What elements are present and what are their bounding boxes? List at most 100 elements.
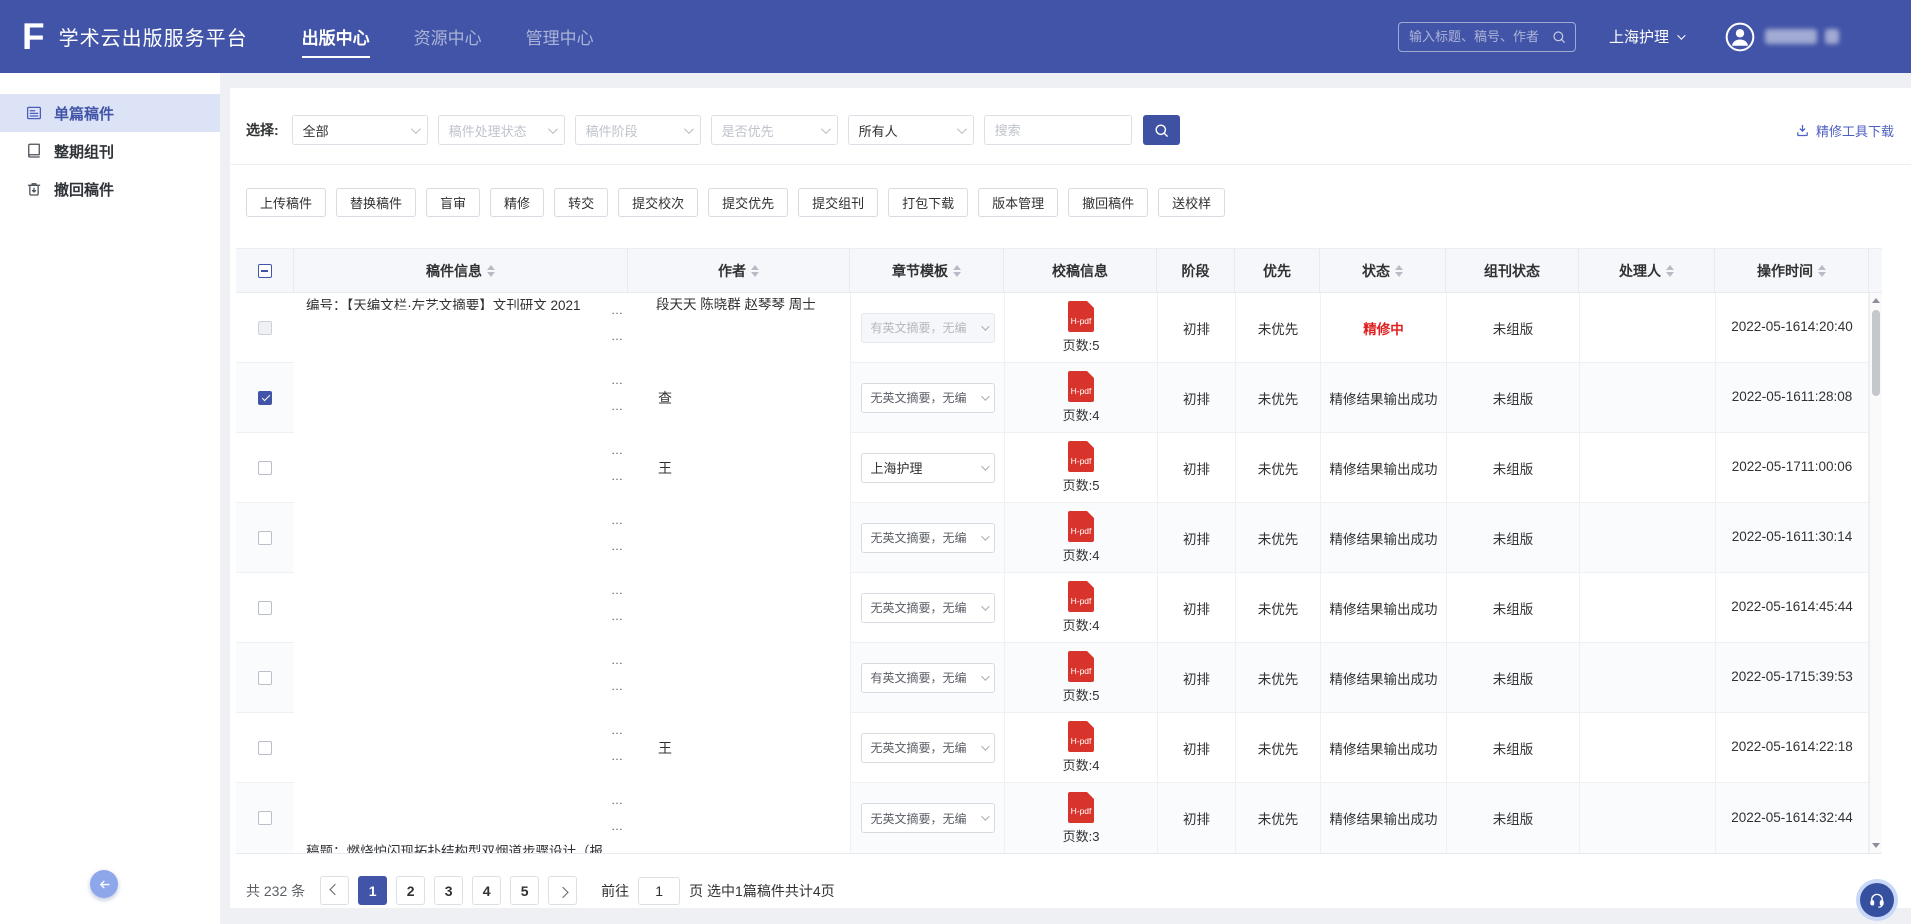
page-button-3[interactable]: 3 — [434, 876, 463, 905]
scroll-down-arrow-icon[interactable] — [1872, 843, 1880, 848]
proof-info: H-pdf页数:5 — [1063, 441, 1100, 494]
cell-chapter-template: 无英文摘要，无编 — [850, 363, 1004, 433]
cell-chapter-template: 无英文摘要，无编 — [850, 783, 1004, 853]
prev-page-button[interactable] — [320, 876, 349, 905]
row-checkbox[interactable] — [258, 321, 272, 335]
pdf-file-icon[interactable]: H-pdf — [1068, 792, 1094, 823]
sidebar-item[interactable]: 撤回稿件 — [0, 170, 220, 208]
sidebar-item-label: 撤回稿件 — [54, 179, 114, 200]
action-button[interactable]: 精修 — [490, 188, 544, 217]
goto-label: 前往 — [601, 881, 629, 901]
pdf-file-icon[interactable]: H-pdf — [1068, 721, 1094, 752]
action-button[interactable]: 撤回稿件 — [1068, 188, 1148, 217]
chevron-down-icon — [411, 124, 421, 134]
filter-select[interactable]: 所有人 — [848, 115, 974, 145]
status-text: 精修结果输出成功 — [1330, 808, 1438, 828]
pdf-file-icon[interactable]: H-pdf — [1068, 441, 1094, 472]
sort-caret[interactable] — [953, 265, 961, 277]
filter-select[interactable]: 稿件处理状态 — [438, 115, 565, 145]
chapter-template-select[interactable]: 有英文摘要，无编 — [861, 663, 995, 693]
header-label: 稿件信息 — [426, 261, 482, 281]
filter-select[interactable]: 全部 — [292, 115, 428, 145]
row-checkbox[interactable] — [258, 531, 272, 545]
next-page-button[interactable] — [548, 876, 577, 905]
action-button[interactable]: 送校样 — [1158, 188, 1225, 217]
pdf-file-icon[interactable]: H-pdf — [1068, 301, 1094, 332]
avatar[interactable] — [1725, 22, 1755, 52]
main-area: 选择: 全部稿件处理状态稿件阶段是否优先所有人 精修工具下载 上传稿件替换稿件盲… — [220, 73, 1911, 924]
goto-page-input[interactable] — [638, 877, 680, 905]
chapter-template-select[interactable]: 无英文摘要，无编 — [861, 803, 995, 833]
proof-info: H-pdf页数:5 — [1063, 651, 1100, 704]
chapter-template-value: 无英文摘要，无编 — [871, 599, 978, 616]
action-button[interactable]: 打包下载 — [888, 188, 968, 217]
sidebar-item[interactable]: 单篇稿件 — [0, 94, 220, 132]
action-button[interactable]: 提交优先 — [708, 188, 788, 217]
action-button[interactable]: 转交 — [554, 188, 608, 217]
sort-caret[interactable] — [1395, 265, 1403, 277]
action-button[interactable]: 上传稿件 — [246, 188, 326, 217]
sort-caret[interactable] — [751, 265, 759, 277]
chapter-template-select[interactable]: 无英文摘要，无编 — [861, 733, 995, 763]
tool-download-link[interactable]: 精修工具下载 — [1795, 121, 1894, 140]
chapter-template-select[interactable]: 无英文摘要，无编 — [861, 523, 995, 553]
pdf-file-icon[interactable]: H-pdf — [1068, 511, 1094, 542]
page-button-5[interactable]: 5 — [510, 876, 539, 905]
back-button[interactable] — [90, 870, 118, 898]
row-checkbox[interactable] — [258, 741, 272, 755]
operation-date: 2022-05-16 — [1731, 808, 1800, 829]
action-button[interactable]: 盲审 — [426, 188, 480, 217]
filter-select-value: 稿件阶段 — [586, 121, 678, 140]
row-checkbox[interactable] — [258, 601, 272, 615]
table-row: ……王无英文摘要，无编H-pdf页数:4初排未优先精修结果输出成功未组版2022… — [236, 713, 1882, 783]
row-checkbox[interactable] — [258, 811, 272, 825]
row-checkbox[interactable] — [258, 461, 272, 475]
cell-checkbox — [236, 713, 294, 783]
action-button[interactable]: 版本管理 — [978, 188, 1058, 217]
global-search-input[interactable] — [1409, 29, 1551, 44]
select-all-checkbox[interactable] — [258, 264, 272, 278]
row-checkbox[interactable] — [258, 391, 272, 405]
support-button[interactable] — [1856, 879, 1898, 921]
cell-time: 2022-05-1611:28:08 — [1715, 363, 1869, 433]
action-button[interactable]: 替换稿件 — [336, 188, 416, 217]
table-scrollbar[interactable] — [1869, 293, 1882, 853]
action-button[interactable]: 提交组刊 — [798, 188, 878, 217]
search-button[interactable] — [1143, 115, 1180, 145]
sort-caret[interactable] — [487, 265, 495, 277]
page-button-2[interactable]: 2 — [396, 876, 425, 905]
cell-handler — [1579, 713, 1715, 783]
ellipsis-mark: … — [611, 303, 624, 317]
global-search[interactable] — [1398, 22, 1576, 52]
nav-menu-item[interactable]: 管理中心 — [526, 0, 594, 73]
page-button-1[interactable]: 1 — [358, 876, 387, 905]
action-button[interactable]: 提交校次 — [618, 188, 698, 217]
page-button-4[interactable]: 4 — [472, 876, 501, 905]
header-filler — [1869, 249, 1882, 292]
nav-menu-item[interactable]: 出版中心 — [302, 0, 370, 73]
cell-stage: 初排 — [1157, 363, 1235, 433]
keyword-input[interactable] — [984, 115, 1132, 145]
cell-stage: 初排 — [1157, 573, 1235, 643]
sidebar-item[interactable]: 整期组刊 — [0, 132, 220, 170]
org-selector[interactable]: 上海护理 — [1609, 26, 1683, 47]
sort-caret[interactable] — [1666, 265, 1674, 277]
pdf-file-icon[interactable]: H-pdf — [1068, 371, 1094, 402]
filter-select[interactable]: 是否优先 — [711, 115, 838, 145]
chapter-template-select[interactable]: 无英文摘要，无编 — [861, 593, 995, 623]
cell-time: 2022-05-1614:45:44 — [1715, 573, 1869, 643]
operation-time: 14:22:18 — [1800, 737, 1853, 758]
pdf-file-icon[interactable]: H-pdf — [1068, 651, 1094, 682]
sort-caret[interactable] — [1818, 265, 1826, 277]
chapter-template-select[interactable]: 无英文摘要，无编 — [861, 383, 995, 413]
cell-priority: 未优先 — [1235, 783, 1320, 853]
nav-menu-item[interactable]: 资源中心 — [414, 0, 482, 73]
row-checkbox[interactable] — [258, 671, 272, 685]
chapter-template-select[interactable]: 上海护理 — [861, 453, 995, 483]
scrollbar-thumb[interactable] — [1872, 310, 1880, 396]
cell-status: 精修结果输出成功 — [1320, 363, 1446, 433]
pdf-file-icon[interactable]: H-pdf — [1068, 581, 1094, 612]
scroll-up-arrow-icon[interactable] — [1872, 298, 1880, 303]
filter-select[interactable]: 稿件阶段 — [575, 115, 701, 145]
redacted-info-text: 编号：【天编文栏·左艺文摘要】文刊研文 2021 — [306, 297, 598, 310]
